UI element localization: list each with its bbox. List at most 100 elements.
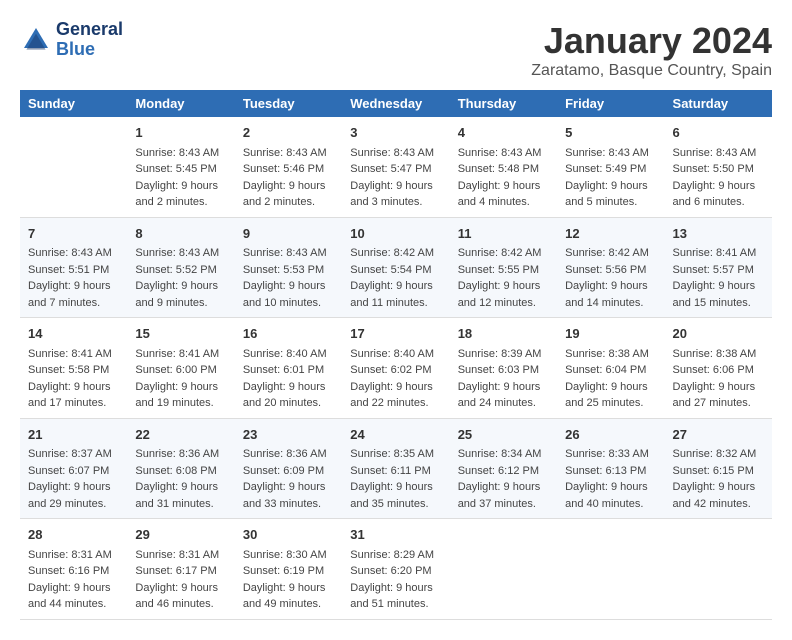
col-header-thursday: Thursday [450, 90, 557, 117]
day-cell: 6Sunrise: 8:43 AMSunset: 5:50 PMDaylight… [665, 117, 772, 217]
day-number: 11 [458, 224, 549, 244]
day-info: Sunrise: 8:43 AMSunset: 5:47 PMDaylight:… [350, 145, 441, 211]
day-info: Sunrise: 8:41 AMSunset: 5:57 PMDaylight:… [673, 245, 764, 311]
week-row-3: 14Sunrise: 8:41 AMSunset: 5:58 PMDayligh… [20, 318, 772, 419]
day-cell: 1Sunrise: 8:43 AMSunset: 5:45 PMDaylight… [127, 117, 234, 217]
day-cell: 26Sunrise: 8:33 AMSunset: 6:13 PMDayligh… [557, 418, 664, 519]
day-info: Sunrise: 8:43 AMSunset: 5:45 PMDaylight:… [135, 145, 226, 211]
day-info: Sunrise: 8:30 AMSunset: 6:19 PMDaylight:… [243, 547, 334, 613]
day-info: Sunrise: 8:41 AMSunset: 6:00 PMDaylight:… [135, 346, 226, 412]
day-cell [20, 117, 127, 217]
day-cell: 3Sunrise: 8:43 AMSunset: 5:47 PMDaylight… [342, 117, 449, 217]
col-header-wednesday: Wednesday [342, 90, 449, 117]
day-cell: 21Sunrise: 8:37 AMSunset: 6:07 PMDayligh… [20, 418, 127, 519]
day-number: 3 [350, 123, 441, 143]
day-number: 19 [565, 324, 656, 344]
week-row-4: 21Sunrise: 8:37 AMSunset: 6:07 PMDayligh… [20, 418, 772, 519]
day-cell: 20Sunrise: 8:38 AMSunset: 6:06 PMDayligh… [665, 318, 772, 419]
day-number: 18 [458, 324, 549, 344]
day-number: 23 [243, 425, 334, 445]
day-number: 16 [243, 324, 334, 344]
title-area: January 2024 Zaratamo, Basque Country, S… [531, 20, 772, 80]
day-info: Sunrise: 8:43 AMSunset: 5:46 PMDaylight:… [243, 145, 334, 211]
calendar-table: SundayMondayTuesdayWednesdayThursdayFrid… [20, 90, 772, 620]
day-number: 22 [135, 425, 226, 445]
day-cell: 18Sunrise: 8:39 AMSunset: 6:03 PMDayligh… [450, 318, 557, 419]
day-info: Sunrise: 8:42 AMSunset: 5:54 PMDaylight:… [350, 245, 441, 311]
day-number: 31 [350, 525, 441, 545]
logo-icon [20, 24, 52, 56]
day-cell: 8Sunrise: 8:43 AMSunset: 5:52 PMDaylight… [127, 217, 234, 318]
day-info: Sunrise: 8:41 AMSunset: 5:58 PMDaylight:… [28, 346, 119, 412]
day-cell [450, 519, 557, 620]
day-info: Sunrise: 8:42 AMSunset: 5:55 PMDaylight:… [458, 245, 549, 311]
day-info: Sunrise: 8:43 AMSunset: 5:52 PMDaylight:… [135, 245, 226, 311]
day-info: Sunrise: 8:42 AMSunset: 5:56 PMDaylight:… [565, 245, 656, 311]
day-info: Sunrise: 8:32 AMSunset: 6:15 PMDaylight:… [673, 446, 764, 512]
day-cell: 12Sunrise: 8:42 AMSunset: 5:56 PMDayligh… [557, 217, 664, 318]
page-title: January 2024 [531, 20, 772, 62]
day-cell: 17Sunrise: 8:40 AMSunset: 6:02 PMDayligh… [342, 318, 449, 419]
day-number: 10 [350, 224, 441, 244]
day-info: Sunrise: 8:43 AMSunset: 5:48 PMDaylight:… [458, 145, 549, 211]
col-header-monday: Monday [127, 90, 234, 117]
day-number: 25 [458, 425, 549, 445]
day-info: Sunrise: 8:40 AMSunset: 6:02 PMDaylight:… [350, 346, 441, 412]
day-info: Sunrise: 8:29 AMSunset: 6:20 PMDaylight:… [350, 547, 441, 613]
day-number: 9 [243, 224, 334, 244]
day-info: Sunrise: 8:31 AMSunset: 6:17 PMDaylight:… [135, 547, 226, 613]
day-number: 28 [28, 525, 119, 545]
week-row-1: 1Sunrise: 8:43 AMSunset: 5:45 PMDaylight… [20, 117, 772, 217]
day-cell: 31Sunrise: 8:29 AMSunset: 6:20 PMDayligh… [342, 519, 449, 620]
logo-text: General Blue [56, 20, 123, 60]
logo-line2: Blue [56, 39, 95, 59]
day-number: 2 [243, 123, 334, 143]
day-cell: 14Sunrise: 8:41 AMSunset: 5:58 PMDayligh… [20, 318, 127, 419]
col-header-sunday: Sunday [20, 90, 127, 117]
day-number: 14 [28, 324, 119, 344]
logo-line1: General [56, 19, 123, 39]
day-number: 8 [135, 224, 226, 244]
day-cell [665, 519, 772, 620]
day-info: Sunrise: 8:31 AMSunset: 6:16 PMDaylight:… [28, 547, 119, 613]
day-number: 20 [673, 324, 764, 344]
col-header-saturday: Saturday [665, 90, 772, 117]
day-number: 6 [673, 123, 764, 143]
day-number: 13 [673, 224, 764, 244]
day-info: Sunrise: 8:43 AMSunset: 5:50 PMDaylight:… [673, 145, 764, 211]
day-info: Sunrise: 8:37 AMSunset: 6:07 PMDaylight:… [28, 446, 119, 512]
day-cell: 10Sunrise: 8:42 AMSunset: 5:54 PMDayligh… [342, 217, 449, 318]
day-info: Sunrise: 8:38 AMSunset: 6:04 PMDaylight:… [565, 346, 656, 412]
day-number: 27 [673, 425, 764, 445]
day-cell: 11Sunrise: 8:42 AMSunset: 5:55 PMDayligh… [450, 217, 557, 318]
calendar-header-row: SundayMondayTuesdayWednesdayThursdayFrid… [20, 90, 772, 117]
day-number: 1 [135, 123, 226, 143]
day-number: 7 [28, 224, 119, 244]
day-cell: 16Sunrise: 8:40 AMSunset: 6:01 PMDayligh… [235, 318, 342, 419]
header: General Blue January 2024 Zaratamo, Basq… [20, 20, 772, 80]
day-number: 5 [565, 123, 656, 143]
day-number: 12 [565, 224, 656, 244]
day-number: 15 [135, 324, 226, 344]
col-header-tuesday: Tuesday [235, 90, 342, 117]
day-cell: 29Sunrise: 8:31 AMSunset: 6:17 PMDayligh… [127, 519, 234, 620]
day-info: Sunrise: 8:33 AMSunset: 6:13 PMDaylight:… [565, 446, 656, 512]
col-header-friday: Friday [557, 90, 664, 117]
day-cell: 19Sunrise: 8:38 AMSunset: 6:04 PMDayligh… [557, 318, 664, 419]
day-cell: 30Sunrise: 8:30 AMSunset: 6:19 PMDayligh… [235, 519, 342, 620]
day-info: Sunrise: 8:36 AMSunset: 6:09 PMDaylight:… [243, 446, 334, 512]
day-cell: 5Sunrise: 8:43 AMSunset: 5:49 PMDaylight… [557, 117, 664, 217]
day-cell [557, 519, 664, 620]
day-info: Sunrise: 8:40 AMSunset: 6:01 PMDaylight:… [243, 346, 334, 412]
day-number: 21 [28, 425, 119, 445]
page-subtitle: Zaratamo, Basque Country, Spain [531, 62, 772, 80]
week-row-5: 28Sunrise: 8:31 AMSunset: 6:16 PMDayligh… [20, 519, 772, 620]
day-number: 26 [565, 425, 656, 445]
day-cell: 13Sunrise: 8:41 AMSunset: 5:57 PMDayligh… [665, 217, 772, 318]
day-info: Sunrise: 8:34 AMSunset: 6:12 PMDaylight:… [458, 446, 549, 512]
day-number: 30 [243, 525, 334, 545]
day-cell: 27Sunrise: 8:32 AMSunset: 6:15 PMDayligh… [665, 418, 772, 519]
day-info: Sunrise: 8:35 AMSunset: 6:11 PMDaylight:… [350, 446, 441, 512]
day-info: Sunrise: 8:43 AMSunset: 5:49 PMDaylight:… [565, 145, 656, 211]
day-cell: 25Sunrise: 8:34 AMSunset: 6:12 PMDayligh… [450, 418, 557, 519]
